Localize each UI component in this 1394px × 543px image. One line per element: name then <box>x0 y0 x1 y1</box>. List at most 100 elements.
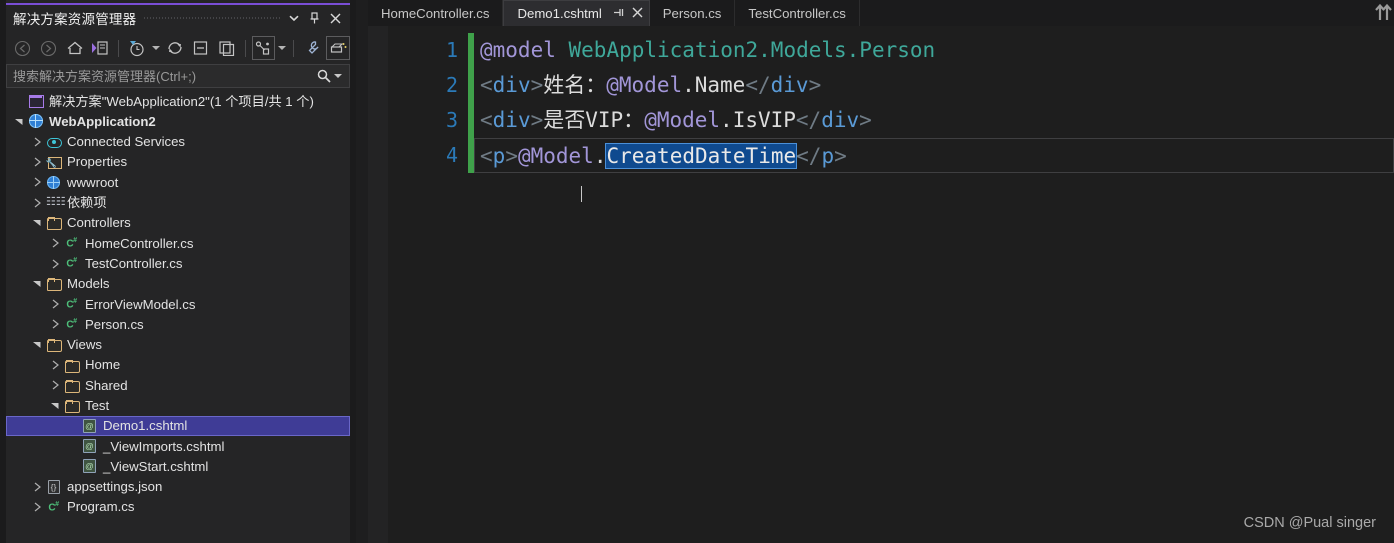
tabstrip-overflow-icon[interactable] <box>1358 0 1392 22</box>
sync-with-active-document-button[interactable] <box>88 36 112 60</box>
tree-item-demo1.cshtml[interactable]: @ Demo1.cshtml <box>6 415 350 437</box>
properties-button[interactable] <box>300 36 324 60</box>
close-icon[interactable] <box>632 7 643 21</box>
tree-item-label: WebApplication2 <box>49 113 156 129</box>
chevron-right-icon[interactable] <box>48 355 62 375</box>
code-token: </ <box>796 144 822 168</box>
tree-item-controllers[interactable]: Controllers <box>6 213 350 233</box>
toolbar-separator-3 <box>293 39 295 57</box>
panel-title: 解决方案资源管理器 <box>13 12 137 27</box>
chevron-right-icon[interactable] <box>48 233 62 253</box>
tree-item-properties[interactable]: Properties <box>6 152 350 172</box>
tree-item-views[interactable]: Views <box>6 335 350 355</box>
pin-icon[interactable] <box>613 7 624 21</box>
search-box[interactable] <box>6 64 350 88</box>
panel-scroll-strip[interactable] <box>356 0 368 543</box>
pending-changes-filter-button[interactable] <box>125 36 149 60</box>
chevron-right-icon[interactable] <box>48 375 62 395</box>
tree-item-wwwroot[interactable]: wwwroot <box>6 172 350 192</box>
chevron-down-icon[interactable] <box>48 396 62 416</box>
show-all-files-button[interactable] <box>215 36 239 60</box>
globe-icon <box>44 174 63 190</box>
chevron-right-icon[interactable] <box>48 294 62 314</box>
chevron-down-icon[interactable] <box>12 111 26 131</box>
project-icon <box>26 113 45 129</box>
home-button[interactable] <box>63 36 87 60</box>
tree-item--webapplication2-1-1-[interactable]: 解决方案"WebApplication2"(1 个项目/共 1 个) <box>6 91 350 111</box>
code-line-current[interactable]: <p>@Model.CreatedDateTime</p> <box>474 138 1394 173</box>
search-icon[interactable] <box>315 69 334 83</box>
chevron-down-icon[interactable] <box>30 335 44 355</box>
search-input[interactable] <box>7 67 315 85</box>
editor-tab-demo1-cshtml[interactable]: Demo1.cshtml <box>503 0 650 26</box>
line-number-gutter: 1 2 3 4 <box>388 26 468 543</box>
tree-item-label: Controllers <box>67 215 131 231</box>
code-token: < <box>480 144 493 168</box>
tree-item-connected-services[interactable]: Connected Services <box>6 132 350 152</box>
forward-button[interactable] <box>37 36 61 60</box>
search-dropdown-caret-icon[interactable] <box>334 72 349 81</box>
tree-item-label: _ViewStart.cshtml <box>103 458 209 474</box>
code-token: > <box>530 73 544 97</box>
back-button[interactable] <box>11 36 35 60</box>
tabstrip-empty-area <box>860 0 1394 26</box>
chevron-right-icon[interactable] <box>48 254 62 274</box>
editor-tab-homecontroller-cs[interactable]: HomeController.cs <box>368 0 504 26</box>
solution-tree[interactable]: 解决方案"WebApplication2"(1 个项目/共 1 个) WebApp… <box>6 90 350 543</box>
cshtml-icon: @ <box>80 458 99 474</box>
chevron-right-icon[interactable] <box>48 314 62 334</box>
tree-item--viewimports.cshtml[interactable]: @ _ViewImports.cshtml <box>6 436 350 456</box>
csharp-icon: C# <box>66 257 77 270</box>
chevron-right-icon[interactable] <box>30 132 44 152</box>
line-number: 1 <box>445 38 458 62</box>
chevron-right-icon[interactable] <box>30 152 44 172</box>
tree-item--viewstart.cshtml[interactable]: @ _ViewStart.cshtml <box>6 456 350 476</box>
editor-tab-person-cs[interactable]: Person.cs <box>650 0 736 26</box>
code-map-dropdown-caret-icon[interactable] <box>277 36 287 60</box>
filter-dropdown-caret-icon[interactable] <box>151 36 161 60</box>
chevron-down-icon[interactable] <box>289 13 299 23</box>
tree-item-models[interactable]: Models <box>6 274 350 294</box>
tree-item-errorviewmodel.cs[interactable]: C# ErrorViewModel.cs <box>6 294 350 314</box>
tree-item-webapplication2[interactable]: WebApplication2 <box>6 111 350 131</box>
tree-item-appsettings.json[interactable]: {} appsettings.json <box>6 477 350 497</box>
editor-body[interactable]: 1 2 3 4 @model WebApplication2.Models.Perso… <box>368 26 1394 543</box>
tree-item-home[interactable]: Home <box>6 355 350 375</box>
view-code-map-button[interactable] <box>251 36 276 60</box>
line-number: 4 <box>445 143 458 167</box>
tree-item-test[interactable]: Test <box>6 395 350 415</box>
tree-item-person.cs[interactable]: C# Person.cs <box>6 314 350 334</box>
collapse-all-button[interactable] <box>189 36 213 60</box>
close-icon[interactable] <box>330 13 341 24</box>
code-token: > <box>859 108 872 132</box>
tree-item-label: Shared <box>85 377 128 393</box>
chevron-right-icon[interactable] <box>30 172 44 192</box>
tree-item--[interactable]: ☷☷ 依赖项 <box>6 192 350 212</box>
pin-icon[interactable] <box>309 12 320 24</box>
selected-text: CreatedDateTime <box>605 143 798 169</box>
cshtml-icon: @ <box>80 418 99 434</box>
chevron-right-icon[interactable] <box>30 477 44 497</box>
editor-tab-testcontroller-cs[interactable]: TestController.cs <box>735 0 860 26</box>
code-content[interactable]: @model WebApplication2.Models.Person <div… <box>474 33 1394 543</box>
code-line[interactable]: @model WebApplication2.Models.Person <box>480 33 1394 68</box>
chevron-right-icon[interactable] <box>30 497 44 517</box>
code-token: 是否VIP： <box>543 108 645 132</box>
tree-item-shared[interactable]: Shared <box>6 375 350 395</box>
tree-item-label: Program.cs <box>67 499 135 515</box>
chevron-down-icon[interactable] <box>30 274 44 294</box>
refresh-button[interactable] <box>163 36 187 60</box>
preview-selected-items-button[interactable] <box>326 36 350 60</box>
editor-tabstrip[interactable]: HomeController.cs Demo1.cshtml Person.cs Te… <box>368 0 1394 26</box>
tree-item-homecontroller.cs[interactable]: C# HomeController.cs <box>6 233 350 253</box>
toolbar-separator <box>118 39 120 57</box>
code-line[interactable]: <div>姓名：@Model.Name</div> <box>480 68 1394 103</box>
chevron-right-icon[interactable] <box>30 193 44 213</box>
tree-item-program.cs[interactable]: C# Program.cs <box>6 497 350 517</box>
solution-explorer-titlebar: 解决方案资源管理器 <box>6 5 350 31</box>
csharp-icon: C# <box>48 500 59 514</box>
tree-item-testcontroller.cs[interactable]: C# TestController.cs <box>6 253 350 273</box>
code-line[interactable]: <div>是否VIP：@Model.IsVIP</div> <box>480 103 1394 138</box>
chevron-down-icon[interactable] <box>30 213 44 233</box>
